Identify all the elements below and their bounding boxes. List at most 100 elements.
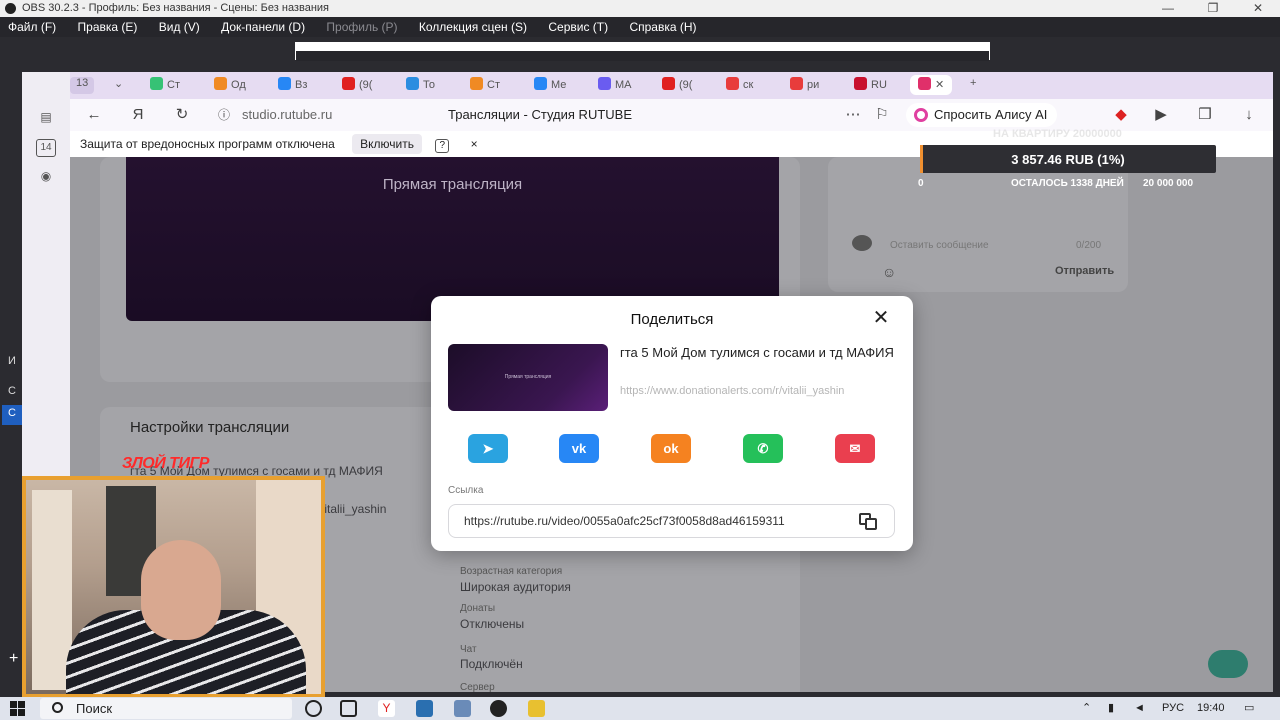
obs-side-label: С [8, 407, 16, 419]
nested-preview [295, 42, 990, 61]
share-telegram-button[interactable]: ➤ [468, 434, 508, 463]
browser-tab[interactable]: Ст [150, 77, 180, 94]
email-icon: ✉ [849, 441, 861, 456]
browser-tab[interactable]: ск [726, 77, 753, 94]
telegram-icon: ➤ [482, 441, 494, 456]
task-view-icon[interactable] [340, 700, 357, 717]
download-icon[interactable]: ↓ [1240, 106, 1258, 124]
tab-favicon-icon [214, 77, 227, 90]
browser-tab[interactable]: МА [598, 77, 632, 94]
lock-icon[interactable]: ⓘ [215, 106, 233, 124]
vk-icon: vk [571, 441, 587, 456]
tab-favicon-icon [342, 77, 355, 90]
infobar-close-icon[interactable]: × [471, 137, 478, 151]
help-icon[interactable]: ? [435, 139, 450, 153]
yandex-icon[interactable]: Я [129, 106, 147, 124]
add-icon[interactable]: + [9, 650, 18, 668]
close-icon[interactable]: ✕ [871, 308, 891, 328]
media-icon[interactable]: ▶ [1152, 106, 1170, 124]
extension-icon[interactable]: ◆ [1112, 106, 1130, 124]
menu-file[interactable]: Файл (F) [8, 20, 56, 34]
obs-side-label: С [8, 385, 16, 397]
panel-icon[interactable]: ▤ [36, 110, 56, 128]
collections-icon[interactable]: ❒ [1196, 106, 1214, 124]
share-email-button[interactable]: ✉ [835, 434, 875, 463]
back-icon[interactable]: ← [85, 106, 103, 124]
copy-icon[interactable] [859, 513, 879, 531]
share-whatsapp-button[interactable]: ✆ [743, 434, 783, 463]
windows-start-icon[interactable] [10, 701, 26, 717]
menu-profile[interactable]: Профиль (P) [326, 20, 397, 34]
avatar [852, 235, 872, 251]
webcam-feed [22, 476, 325, 698]
camera-icon[interactable]: ◉ [36, 169, 56, 187]
volume-icon[interactable]: ◄ [1134, 697, 1145, 720]
page-title: Трансляции - Студия RUTUBE [448, 107, 632, 122]
goal-caption: НА КВАРТИРУ 20000000 [993, 128, 1122, 140]
donation-goal-widget: НА КВАРТИРУ 20000000 3 857.46 RUB (1%) 0… [918, 128, 1216, 190]
link-field[interactable]: https://rutube.ru/video/0055a0afc25cf73f… [448, 504, 895, 538]
notifications-icon[interactable]: ▭ [1244, 697, 1254, 720]
send-button[interactable]: Отправить [1055, 265, 1114, 277]
video-description-link[interactable]: https://www.donationalerts.com/r/vitalii… [620, 384, 895, 398]
enable-protection-button[interactable]: Включить [352, 134, 422, 154]
tab-close-icon[interactable]: ✕ [935, 79, 944, 91]
new-tab-icon[interactable]: + [970, 77, 976, 94]
calendar-icon[interactable]: 14 [36, 139, 56, 157]
goal-progress-bar: 3 857.46 RUB (1%) [920, 145, 1216, 173]
bookmark-icon[interactable]: ⚐ [873, 106, 891, 124]
tray-chevron-icon[interactable]: ⌃ [1082, 697, 1091, 720]
browser-tab[interactable]: (9( [662, 77, 692, 94]
obs-icon[interactable] [490, 700, 507, 717]
browser-tab[interactable]: RU [854, 77, 887, 94]
tab-favicon-icon [854, 77, 867, 90]
tabs-dropdown-icon[interactable]: ⌄ [114, 77, 123, 94]
reload-icon[interactable]: ↻ [173, 106, 191, 124]
goal-min: 0 [918, 178, 924, 189]
close-icon[interactable]: ✕ [1243, 0, 1273, 17]
goal-max: 20 000 000 [1143, 178, 1194, 189]
support-chat-icon[interactable] [1208, 650, 1248, 678]
menu-view[interactable]: Вид (V) [159, 20, 200, 34]
yandex-browser-icon[interactable]: Y [378, 700, 395, 717]
tab-favicon-icon [406, 77, 419, 90]
browser-tab[interactable]: (9( [342, 77, 372, 94]
more-icon[interactable]: ⋯ [844, 106, 862, 124]
menu-scene-collection[interactable]: Коллекция сцен (S) [419, 20, 527, 34]
browser-tab[interactable]: ри [790, 77, 819, 94]
share-ok-button[interactable]: ok [651, 434, 691, 463]
browser-tab[interactable]: Ст [470, 77, 500, 94]
share-vk-button[interactable]: vk [559, 434, 599, 463]
menu-docks[interactable]: Док-панели (D) [221, 20, 305, 34]
tab-count-badge[interactable]: 13 [70, 77, 95, 94]
taskbar-search[interactable]: Поиск [40, 698, 292, 719]
tab-label: Вз [295, 79, 308, 91]
obs-window-title: OBS 30.2.3 - Профиль: Без названия - Сце… [22, 2, 329, 14]
menu-edit[interactable]: Правка (E) [78, 20, 138, 34]
active-tab[interactable]: ✕ [910, 75, 953, 95]
chat-counter: 0/200 [1076, 240, 1102, 251]
maximize-icon[interactable]: ❐ [1198, 0, 1228, 17]
clock[interactable]: 19:40 [1197, 697, 1225, 720]
thumbnail-label: Прямая трансляция [504, 374, 552, 380]
browser-tab[interactable]: Вз [278, 77, 307, 94]
chat-input[interactable]: Оставить сообщение [890, 240, 989, 251]
app-icon[interactable] [454, 700, 471, 717]
app-icon[interactable] [416, 700, 433, 717]
browser-tab[interactable]: То [406, 77, 435, 94]
tab-label: ск [743, 79, 754, 91]
emoji-icon[interactable]: ☺ [882, 264, 896, 280]
menu-help[interactable]: Справка (H) [629, 20, 696, 34]
folder-icon[interactable] [528, 700, 545, 717]
link-value: https://rutube.ru/video/0055a0afc25cf73f… [464, 514, 785, 528]
input-language[interactable]: РУС [1162, 697, 1184, 720]
alice-button[interactable]: Спросить Алису AI [906, 103, 1058, 127]
tab-favicon-icon [150, 77, 163, 90]
browser-tab[interactable]: Ме [534, 77, 566, 94]
menu-tools[interactable]: Сервис (T) [548, 20, 608, 34]
cortana-icon[interactable] [305, 700, 322, 717]
field-label: Чат [460, 644, 477, 655]
minimize-icon[interactable]: — [1153, 0, 1183, 17]
link-label: Ссылка [448, 485, 484, 496]
browser-tab[interactable]: Од [214, 77, 246, 94]
